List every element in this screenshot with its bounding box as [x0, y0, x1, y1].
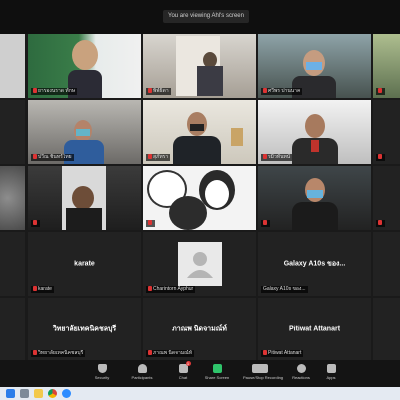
- chat-unread-badge: 1: [185, 361, 191, 366]
- participant-tile[interactable]: สุภัทรา: [143, 100, 256, 164]
- chrome-icon[interactable]: [48, 389, 57, 398]
- search-icon[interactable]: [20, 389, 29, 398]
- participant-display-name: Galaxy A10s ของ...: [283, 260, 346, 268]
- participant-tile[interactable]: Galaxy A10s ของ... Galaxy A10s ของ...: [258, 232, 371, 296]
- share-screen-button[interactable]: Share Screen: [200, 364, 234, 380]
- participant-tile-partial[interactable]: [0, 166, 25, 230]
- participant-tile-partial[interactable]: [0, 298, 25, 360]
- mic-muted-icon: [148, 154, 152, 159]
- participant-tile[interactable]: ภาณพ นิดจามณ์ท์ ภาณพ นิดจามณ์ท์: [143, 298, 256, 360]
- participant-tile-partial[interactable]: [373, 166, 400, 230]
- participant-name: วิทยาลัยเทคนิคชลบุรี: [31, 350, 86, 357]
- participant-tile-partial[interactable]: [373, 298, 400, 360]
- mic-muted-icon: [148, 286, 152, 291]
- mic-muted-icon: [33, 88, 37, 93]
- participant-tile[interactable]: ศวีพร ปานนาค: [258, 34, 371, 98]
- participant-tile[interactable]: Charintorn Ayphur: [143, 232, 256, 296]
- meeting-toolbar: Security Participants 1 Chat Share Scree…: [0, 360, 400, 387]
- participant-name: สุภัทรา: [146, 154, 171, 161]
- video-grid: ยารองนราด ทักษ พิพ์ธิดา ศวีพร ปานนาค ปวี…: [0, 34, 400, 360]
- mic-muted-icon: [33, 350, 37, 355]
- participant-name: ภาณพ นิดจามณ์ท์: [146, 350, 195, 357]
- participant-name: [376, 154, 385, 161]
- participant-tile-partial[interactable]: [373, 232, 400, 296]
- file-explorer-icon[interactable]: [34, 389, 43, 398]
- title-bar: You are viewing Ahl's screen: [0, 0, 400, 34]
- apps-icon: [326, 364, 336, 373]
- participant-name: [146, 220, 155, 227]
- participant-name: ยารองนราด ทักษ: [31, 88, 78, 95]
- mic-muted-icon: [33, 220, 37, 225]
- participants-button[interactable]: Participants: [125, 364, 159, 380]
- participant-tile-partial[interactable]: [373, 100, 400, 164]
- chat-icon: 1: [178, 361, 191, 373]
- participant-name: karate: [31, 286, 54, 293]
- participant-tile-partial[interactable]: [373, 34, 400, 98]
- participant-tile[interactable]: ยารองนราด ทักษ: [28, 34, 141, 98]
- mic-muted-icon: [263, 220, 267, 225]
- share-screen-icon: [212, 364, 222, 373]
- participant-name: [376, 88, 385, 95]
- shield-icon: [97, 364, 107, 373]
- participant-display-name: วิทยาลัยเทคนิคชลบุรี: [52, 325, 117, 333]
- participant-name: พิพ์ธิดา: [146, 88, 171, 95]
- mic-muted-icon: [378, 154, 382, 159]
- mic-muted-icon: [148, 220, 152, 225]
- mic-muted-icon: [378, 88, 382, 93]
- security-button[interactable]: Security: [85, 364, 119, 380]
- participant-name: ศวีพร ปานนาค: [261, 88, 303, 95]
- participant-tile[interactable]: พิพ์ธิดา: [143, 34, 256, 98]
- participant-name: Pitiwat Attanart: [261, 350, 304, 357]
- participant-display-name: karate: [74, 260, 95, 268]
- mic-muted-icon: [33, 154, 37, 159]
- participant-name: [261, 220, 270, 227]
- participant-tile-partial[interactable]: [0, 100, 25, 164]
- participant-tile[interactable]: ปวีณ ชินทร์ไทย: [28, 100, 141, 164]
- mic-muted-icon: [33, 286, 37, 291]
- participant-tile[interactable]: Pitiwat Attanart Pitiwat Attanart: [258, 298, 371, 360]
- mic-muted-icon: [148, 350, 152, 355]
- participant-tile-partial[interactable]: [0, 232, 25, 296]
- mic-muted-icon: [263, 350, 267, 355]
- participants-icon: [137, 364, 147, 373]
- participant-name: [31, 220, 40, 227]
- participant-tile[interactable]: [258, 166, 371, 230]
- window-title: You are viewing Ahl's screen: [163, 10, 249, 23]
- participant-tile[interactable]: [28, 166, 141, 230]
- default-avatar: [177, 242, 222, 286]
- participant-name: Charintorn Ayphur: [146, 286, 196, 293]
- reactions-icon: [296, 364, 306, 373]
- participant-name: [376, 220, 385, 227]
- zoom-app-icon[interactable]: [62, 389, 71, 398]
- reactions-button[interactable]: Reactions: [284, 364, 318, 380]
- participant-name: ปวีณ ชินทร์ไทย: [31, 154, 74, 161]
- participant-display-name: Pitiwat Attanart: [288, 325, 341, 333]
- recording-icon: [252, 364, 268, 373]
- mic-muted-icon: [378, 220, 382, 225]
- participant-name: รมิ่วทันทน์: [261, 154, 293, 161]
- apps-button[interactable]: Apps: [314, 364, 348, 380]
- mic-muted-icon: [263, 88, 267, 93]
- mic-muted-icon: [148, 88, 152, 93]
- person-icon: [186, 252, 213, 278]
- chat-button[interactable]: 1 Chat: [166, 361, 200, 380]
- participant-name: Galaxy A10s ของ...: [261, 286, 308, 293]
- windows-start-icon[interactable]: [6, 389, 15, 398]
- os-taskbar: [0, 387, 400, 400]
- pause-stop-recording-button[interactable]: Pause/Stop Recording: [243, 364, 283, 380]
- mic-muted-icon: [263, 154, 267, 159]
- participant-tile[interactable]: วิทยาลัยเทคนิคชลบุรี วิทยาลัยเทคนิคชลบุร…: [28, 298, 141, 360]
- participant-display-name: ภาณพ นิดจามณ์ท์: [172, 325, 227, 333]
- participant-tile[interactable]: [143, 166, 256, 230]
- participant-tile[interactable]: รมิ่วทันทน์: [258, 100, 371, 164]
- participant-tile-partial[interactable]: [0, 34, 25, 98]
- participant-tile[interactable]: karate karate: [28, 232, 141, 296]
